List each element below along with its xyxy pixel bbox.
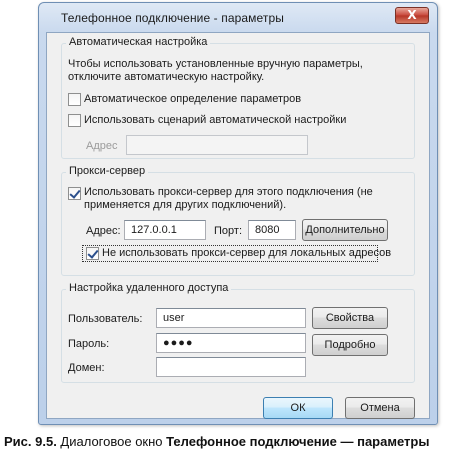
proxy-port-input[interactable]: 8080	[248, 220, 296, 240]
auto-config-group: Автоматическая настройка Чтобы использов…	[61, 36, 415, 159]
use-script-checkbox[interactable]	[68, 114, 81, 127]
ok-button[interactable]: ОК	[263, 397, 333, 419]
details-button[interactable]: Подробно	[312, 334, 388, 356]
cancel-button[interactable]: Отмена	[345, 397, 415, 419]
caption-text: Диалоговое окно	[56, 434, 167, 449]
dialog-client-area: Автоматическая настройка Чтобы использов…	[46, 32, 430, 419]
use-proxy-label-2[interactable]: применяется для других подключений).	[84, 199, 286, 211]
auto-detect-checkbox[interactable]	[68, 93, 81, 106]
proxy-address-input[interactable]: 127.0.0.1	[124, 220, 206, 240]
title-bar[interactable]: Телефонное подключение - параметры X	[39, 3, 437, 31]
domain-input[interactable]	[156, 357, 306, 377]
caption-bold: Телефонное подключение — параметры	[166, 434, 430, 449]
script-address-label: Адрес	[86, 140, 118, 152]
close-button[interactable]: X	[395, 7, 429, 24]
dialog-window: Телефонное подключение - параметры X Авт…	[38, 2, 438, 425]
caption-prefix: Рис. 9.5.	[4, 434, 57, 449]
proxy-address-label: Адрес:	[86, 225, 121, 237]
advanced-button[interactable]: Дополнительно	[302, 219, 388, 241]
use-proxy-label-1[interactable]: Использовать прокси-сервер для этого под…	[84, 186, 373, 198]
remote-access-legend: Настройка удаленного доступа	[66, 282, 232, 294]
bypass-local-label[interactable]: Не использовать прокси-сервер для локаль…	[102, 247, 391, 259]
script-address-input[interactable]	[126, 135, 308, 155]
proxy-group: Прокси-сервер Использовать прокси-сервер…	[61, 165, 415, 276]
bypass-local-checkbox[interactable]	[86, 247, 99, 260]
properties-button[interactable]: Свойства	[312, 307, 388, 329]
use-proxy-checkbox[interactable]	[68, 187, 81, 200]
figure-caption: Рис. 9.5. Диалоговое окно Телефонное под…	[4, 434, 429, 449]
password-input[interactable]: ●●●●	[156, 333, 306, 353]
use-script-label[interactable]: Использовать сценарий автоматической нас…	[84, 114, 346, 126]
remote-access-group: Настройка удаленного доступа Пользовател…	[61, 282, 415, 383]
close-icon: X	[407, 8, 417, 22]
proxy-port-label: Порт:	[214, 225, 242, 237]
proxy-legend: Прокси-сервер	[66, 165, 149, 177]
domain-label: Домен:	[68, 362, 105, 374]
password-label: Пароль:	[68, 338, 110, 350]
auto-detect-label[interactable]: Автоматическое определение параметров	[84, 93, 301, 105]
user-label: Пользователь:	[68, 313, 143, 325]
user-input[interactable]: user	[156, 308, 306, 328]
auto-config-description-1: Чтобы использовать установленные вручную…	[68, 58, 363, 70]
auto-config-legend: Автоматическая настройка	[66, 36, 211, 48]
window-title: Телефонное подключение - параметры	[61, 11, 284, 25]
auto-config-description-2: отключите автоматическую настройку.	[68, 71, 265, 83]
